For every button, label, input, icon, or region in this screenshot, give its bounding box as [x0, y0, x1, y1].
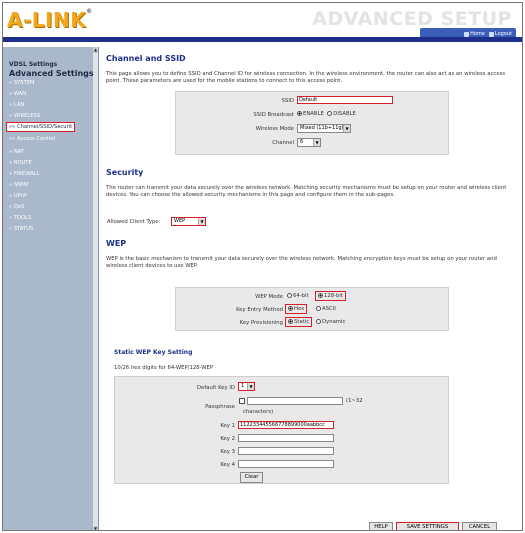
wireless-mode-label: Wireless Mode	[255, 126, 294, 132]
app-window: A-LINK® ADVANCED SETUP Home Logout ▲ ▼ V…	[2, 2, 523, 531]
key4-label: Key 4	[220, 462, 235, 468]
logout-icon	[488, 31, 494, 37]
home-icon	[464, 31, 470, 37]
key-entry-label: Key Entry Method	[236, 307, 283, 313]
wep-128bit-option: 128-bit	[315, 291, 346, 301]
ssid-broadcast-label: SSID Broadcast	[253, 112, 294, 118]
key-entry-ascii-option: ASCII	[316, 306, 336, 312]
key-prov-static-radio[interactable]	[288, 319, 293, 324]
default-key-id-select[interactable]: 1 ▼	[238, 382, 255, 391]
wep-mode-label: WEP Mode	[255, 294, 283, 300]
wireless-mode-select[interactable]: Mixed (11b+11g) ▼	[297, 124, 351, 133]
ssid-broadcast-options: ENABLE DISABLE	[297, 111, 356, 117]
chevron-down-icon: ▼	[198, 218, 205, 225]
header-navbar	[3, 37, 522, 42]
wep-options-box: WEP Mode 64-bit 128-bit Key Entry Method…	[175, 287, 449, 331]
sidebar-item-firewall[interactable]: » FIREWALL	[9, 171, 39, 177]
key-provisioning-label: Key Provisioning	[239, 320, 283, 326]
key-entry-hex-radio[interactable]	[288, 306, 293, 311]
allowed-client-type-label: Allowed Client Type:	[107, 219, 161, 225]
chevron-down-icon: ▼	[343, 125, 350, 132]
wep-128bit-radio[interactable]	[318, 293, 323, 298]
sidebar-item-status[interactable]: » STATUS	[9, 226, 33, 232]
sidebar-item-wan[interactable]: » WAN	[9, 91, 26, 97]
key4-input[interactable]	[238, 460, 334, 468]
wep-64bit-radio[interactable]	[287, 293, 292, 298]
allowed-client-type-select[interactable]: WEP ▼	[171, 217, 206, 226]
sidebar-item-route[interactable]: » ROUTE	[9, 160, 32, 166]
chevron-down-icon: ▼	[247, 383, 254, 390]
sidebar-item-system[interactable]: » SYSTEM	[9, 80, 35, 86]
channel-ssid-box: SSID Default SSID Broadcast ENABLE DISAB…	[175, 91, 449, 155]
ssid-input[interactable]: Default	[297, 96, 393, 104]
key-prov-dynamic-option: Dynamic	[316, 319, 345, 325]
save-settings-button[interactable]: SAVE SETTINGS	[396, 522, 459, 530]
wep-mode-options: 64-bit	[287, 293, 309, 299]
scroll-up-icon[interactable]: ▲	[93, 47, 98, 53]
key-prov-static-option: Static	[285, 317, 313, 327]
key1-label: Key 1	[220, 423, 235, 429]
static-wep-heading: Static WEP Key Setting	[114, 349, 193, 356]
sidebar-item-nat[interactable]: » NAT	[9, 149, 24, 155]
broadcast-disable-radio[interactable]	[327, 111, 333, 116]
security-heading: Security	[106, 168, 144, 177]
default-key-id-label: Default Key ID	[197, 385, 235, 391]
main-content: Channel and SSID This page allows you to…	[103, 47, 522, 530]
header: A-LINK® ADVANCED SETUP Home Logout	[3, 3, 522, 47]
sidebar-item-channel-ssid-security[interactable]: »» Channel/SSID/Securit	[6, 122, 76, 132]
sidebar-item-upnp[interactable]: » UPnP	[9, 193, 27, 199]
clear-button[interactable]: Clear	[240, 472, 263, 483]
key1-input[interactable]: 112233445566778899000aabbcc	[238, 421, 334, 429]
wep-description: WEP is the basic mechanism to transmit y…	[106, 256, 497, 269]
security-description: The router can transmit your data secure…	[106, 185, 507, 198]
channel-ssid-heading: Channel and SSID	[106, 54, 186, 63]
wep-heading: WEP	[106, 239, 127, 248]
key3-input[interactable]	[238, 447, 334, 455]
channel-label: Channel	[272, 140, 294, 146]
page-title: ADVANCED SETUP	[312, 8, 512, 30]
passphrase-hint: (1~32	[346, 398, 363, 404]
channel-select[interactable]: 6 ▼	[297, 138, 321, 147]
broadcast-enable-radio[interactable]	[297, 111, 302, 116]
sidebar-item-lan[interactable]: » LAN	[9, 102, 24, 108]
help-button[interactable]: HELP	[369, 522, 393, 530]
scroll-down-icon[interactable]: ▼	[93, 526, 98, 530]
passphrase-hint-chars: characters)	[243, 409, 274, 415]
sidebar: ▲ ▼ VDSL Settings Advanced Settings » SY…	[3, 47, 99, 530]
key2-label: Key 2	[220, 436, 235, 442]
cancel-button[interactable]: CANCEL	[462, 522, 497, 530]
sidebar-item-vdsl-settings[interactable]: VDSL Settings	[9, 61, 57, 68]
static-wep-box: Default Key ID 1 ▼ Passphrase (1~32 chara…	[114, 376, 449, 484]
a-link-logo: A-LINK®	[7, 8, 93, 32]
passphrase-input[interactable]	[247, 397, 343, 405]
passphrase-label: Passphrase	[205, 404, 235, 410]
sidebar-item-wireless[interactable]: » WIRELESS	[9, 113, 40, 119]
sidebar-item-advanced-settings[interactable]: Advanced Settings	[9, 69, 94, 78]
key3-label: Key 3	[220, 449, 235, 455]
key-entry-hex-option: Hex	[285, 304, 308, 314]
key2-input[interactable]	[238, 434, 334, 442]
sidebar-item-qos[interactable]: » QoS	[9, 204, 24, 210]
sidebar-item-snmp[interactable]: » SNMP	[9, 182, 29, 188]
channel-ssid-description: This page allows you to define SSID and …	[106, 71, 506, 84]
sidebar-item-tools[interactable]: » TOOLS	[9, 215, 31, 221]
sidebar-item-access-control[interactable]: »» Access Control	[9, 136, 55, 142]
passphrase-checkbox[interactable]	[239, 398, 245, 404]
static-wep-hint: 10/26 hex digits for 64-WEP/128-WEP	[114, 365, 214, 371]
chevron-down-icon: ▼	[313, 139, 320, 146]
key-entry-ascii-radio[interactable]	[316, 306, 321, 311]
sidebar-scrollbar[interactable]: ▲ ▼	[93, 47, 98, 530]
ssid-label: SSID	[281, 98, 294, 104]
key-prov-dynamic-radio[interactable]	[316, 319, 321, 324]
